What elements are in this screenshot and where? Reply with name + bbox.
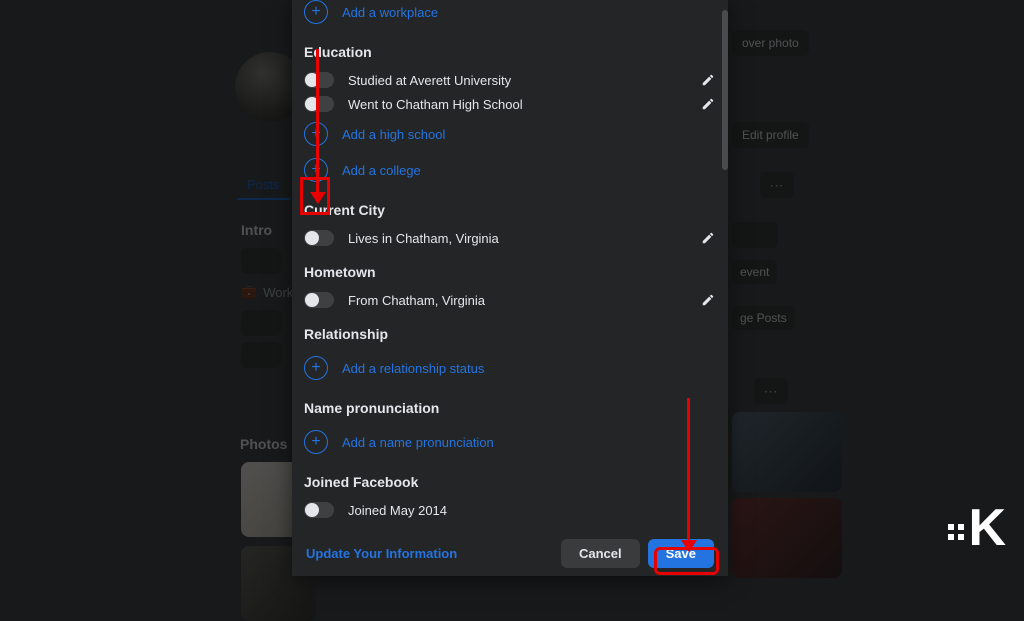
manage-posts-chip[interactable]: ge Posts [732, 306, 795, 330]
plus-icon: + [304, 0, 328, 24]
toggle-university[interactable] [304, 72, 334, 88]
update-information-link[interactable]: Update Your Information [306, 546, 457, 561]
edit-profile-label: Edit profile [742, 128, 799, 142]
briefcase-icon: 💼 [241, 284, 257, 300]
feed-photo-1[interactable] [732, 412, 842, 492]
education-item-highschool: Went to Chatham High School [304, 92, 716, 116]
edit-profile-button[interactable]: Edit profile [732, 122, 809, 148]
education-text-2: Went to Chatham High School [348, 97, 523, 112]
photos-heading: Photos [240, 436, 287, 452]
plus-icon: + [304, 122, 328, 146]
event-label: event [740, 265, 769, 279]
hometown-text: From Chatham, Virginia [348, 293, 485, 308]
plus-icon: + [304, 356, 328, 380]
current-city-heading: Current City [304, 202, 716, 218]
footer-buttons: Cancel Save [561, 539, 714, 568]
intro-chip-3 [241, 342, 281, 368]
relationship-heading: Relationship [304, 326, 716, 342]
add-highschool-row[interactable]: + Add a high school [304, 116, 716, 152]
event-chip[interactable]: event [732, 260, 777, 284]
pencil-icon [701, 293, 715, 307]
education-text-1: Studied at Averett University [348, 73, 511, 88]
pencil-icon [701, 97, 715, 111]
education-item-university: Studied at Averett University [304, 68, 716, 92]
edit-details-modal: + Add a workplace Education Studied at A… [292, 0, 728, 576]
toggle-hometown[interactable] [304, 292, 334, 308]
add-relationship-row[interactable]: + Add a relationship status [304, 350, 716, 386]
add-highschool-label: Add a high school [342, 127, 445, 142]
more-menu-button-2[interactable]: ⋯ [754, 378, 788, 404]
toggle-highschool[interactable] [304, 96, 334, 112]
feed-photo-2[interactable] [732, 498, 842, 578]
intro-chip-2 [241, 310, 281, 336]
edit-current-city-button[interactable] [700, 230, 716, 246]
hometown-row: From Chatham, Virginia [304, 288, 716, 312]
add-relationship-label: Add a relationship status [342, 361, 484, 376]
cover-photo-label: over photo [742, 36, 799, 50]
joined-text: Joined May 2014 [348, 503, 447, 518]
add-workplace-row[interactable]: + Add a workplace [304, 0, 716, 30]
toggle-current-city[interactable] [304, 230, 334, 246]
modal-footer: Update Your Information Cancel Save [292, 529, 728, 576]
add-workplace-label: Add a workplace [342, 5, 438, 20]
add-college-label: Add a college [342, 163, 421, 178]
edit-university-button[interactable] [700, 72, 716, 88]
cancel-button[interactable]: Cancel [561, 539, 640, 568]
manage-posts-label: ge Posts [740, 311, 787, 325]
watermark: K [948, 498, 1004, 558]
intro-chip [241, 248, 281, 274]
hometown-heading: Hometown [304, 264, 716, 280]
works-row: 💼 Works [241, 284, 300, 300]
edit-highschool-button[interactable] [700, 96, 716, 112]
plus-icon: + [304, 158, 328, 182]
current-city-text: Lives in Chatham, Virginia [348, 231, 499, 246]
pencil-icon [701, 73, 715, 87]
joined-row: Joined May 2014 [304, 498, 716, 522]
more-menu-button[interactable]: ⋯ [760, 172, 794, 198]
scrollbar-thumb[interactable] [722, 10, 728, 170]
toggle-joined[interactable] [304, 502, 334, 518]
education-heading: Education [304, 44, 716, 60]
add-pronunciation-row[interactable]: + Add a name pronunciation [304, 424, 716, 460]
watermark-dots-icon [948, 524, 964, 540]
add-college-row[interactable]: + Add a college [304, 152, 716, 188]
add-pronunciation-label: Add a name pronunciation [342, 435, 494, 450]
joined-heading: Joined Facebook [304, 474, 716, 490]
save-button[interactable]: Save [648, 539, 714, 568]
pencil-icon [701, 231, 715, 245]
plus-icon: + [304, 430, 328, 454]
current-city-row: Lives in Chatham, Virginia [304, 226, 716, 250]
edit-hometown-button[interactable] [700, 292, 716, 308]
name-pronunciation-heading: Name pronunciation [304, 400, 716, 416]
side-chip-1 [732, 222, 778, 248]
cover-photo-button[interactable]: over photo [732, 30, 809, 56]
intro-heading: Intro [241, 222, 272, 238]
tab-posts[interactable]: Posts [237, 171, 290, 200]
